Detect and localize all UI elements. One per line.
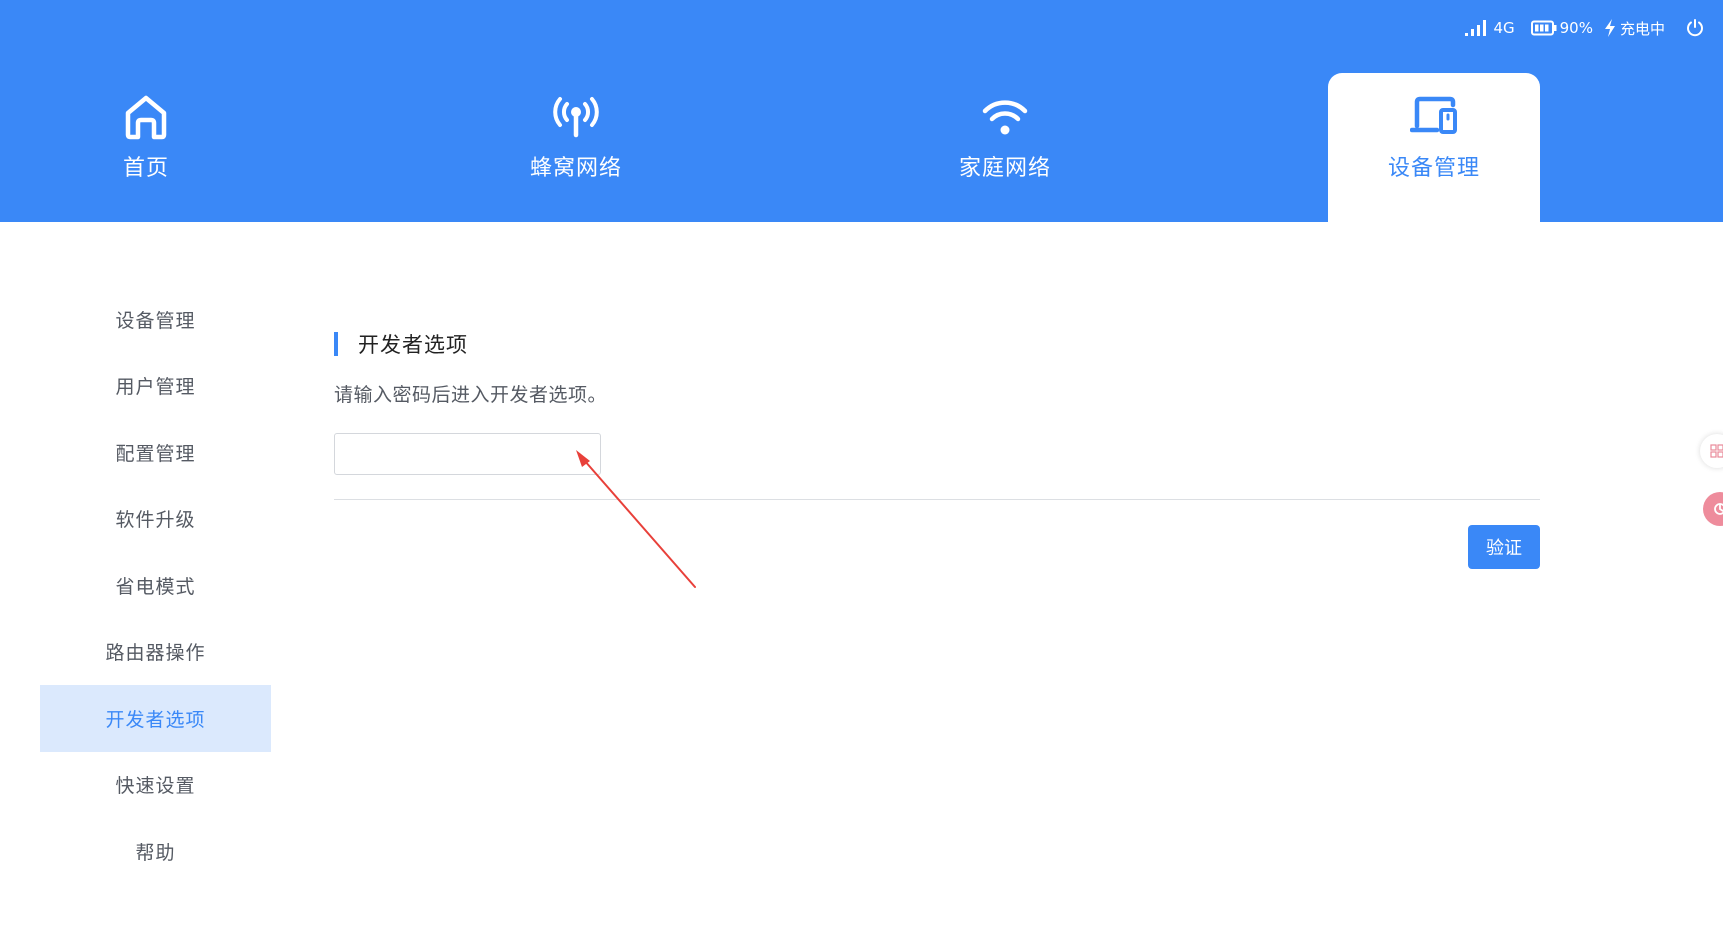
sidebar-item-user-management[interactable]: 用户管理 <box>40 353 271 420</box>
tab-label: 设备管理 <box>1387 156 1480 181</box>
top-header: 4G 90% 充电中 首页 蜂窝网络 家庭网络 设备管理 <box>0 0 1723 222</box>
verify-button[interactable]: 验证 <box>1468 525 1540 569</box>
grid-icon <box>1710 444 1723 458</box>
tab-cellular[interactable]: 蜂窝网络 <box>470 73 682 222</box>
page-title: 开发者选项 <box>358 333 468 357</box>
divider <box>334 499 1540 500</box>
antenna-icon <box>552 90 600 144</box>
sidebar: 设备管理 用户管理 配置管理 软件升级 省电模式 路由器操作 开发者选项 快速设… <box>40 286 271 885</box>
sidebar-item-software-upgrade[interactable]: 软件升级 <box>40 486 271 553</box>
sidebar-item-developer-options[interactable]: 开发者选项 <box>40 685 271 752</box>
main-content: 开发者选项 请输入密码后进入开发者选项。 验证 <box>334 326 1540 569</box>
tab-label: 蜂窝网络 <box>529 156 622 181</box>
sidebar-item-help[interactable]: 帮助 <box>40 818 271 885</box>
tab-home[interactable]: 首页 <box>40 73 252 222</box>
floating-grid-button[interactable] <box>1700 434 1723 468</box>
devices-icon <box>1410 90 1458 144</box>
floating-assistant-button[interactable] <box>1703 492 1723 526</box>
tab-device-management[interactable]: 设备管理 <box>1328 73 1540 222</box>
assistant-icon <box>1714 503 1723 515</box>
main-nav: 首页 蜂窝网络 家庭网络 设备管理 <box>0 0 1723 222</box>
title-accent-bar <box>334 332 338 356</box>
sidebar-item-router-operations[interactable]: 路由器操作 <box>40 619 271 686</box>
tab-label: 首页 <box>122 156 169 181</box>
description-text: 请输入密码后进入开发者选项。 <box>334 384 608 406</box>
tab-label: 家庭网络 <box>958 156 1051 181</box>
sidebar-item-quick-setup[interactable]: 快速设置 <box>40 752 271 819</box>
wifi-icon <box>981 90 1029 144</box>
sidebar-item-power-saving[interactable]: 省电模式 <box>40 552 271 619</box>
password-input[interactable] <box>334 433 601 475</box>
sidebar-item-config-management[interactable]: 配置管理 <box>40 419 271 486</box>
home-icon <box>123 90 169 144</box>
tab-home-network[interactable]: 家庭网络 <box>899 73 1111 222</box>
section-title: 开发者选项 <box>334 326 1540 362</box>
sidebar-item-device-management[interactable]: 设备管理 <box>40 286 271 353</box>
